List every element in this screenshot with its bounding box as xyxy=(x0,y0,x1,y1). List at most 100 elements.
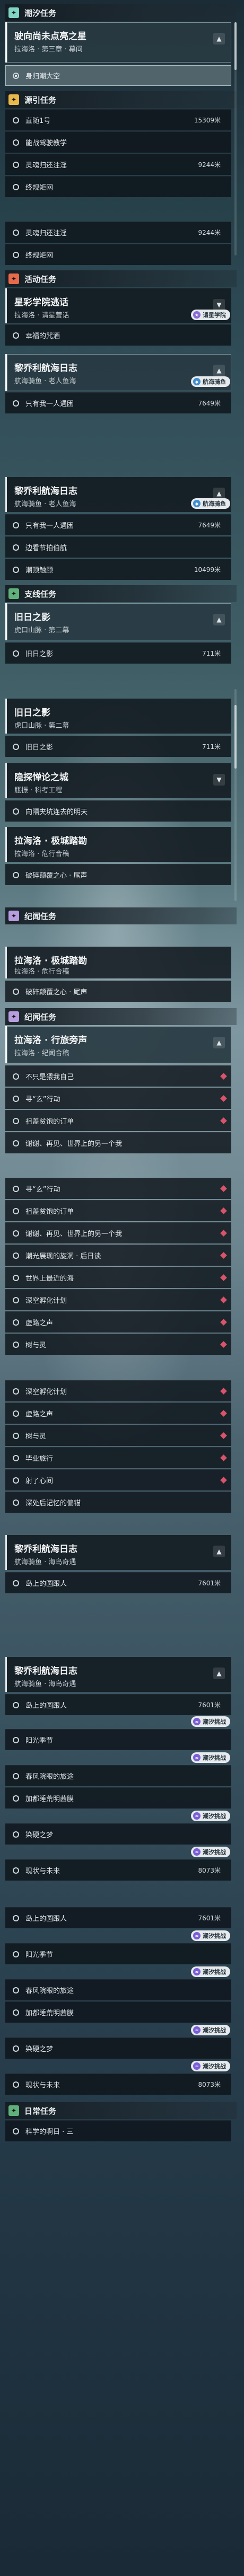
chevron-up-icon[interactable]: ▲ xyxy=(213,1037,225,1048)
quest-card[interactable]: 旧日之影 虎口山脉 · 第二幕 xyxy=(5,699,231,734)
wave-icon: ≈ xyxy=(193,1754,201,1761)
quest-card[interactable]: 拉海洛 · 极城踏勘 拉海洛 · 危行合稿 xyxy=(5,827,231,862)
distance-label: 711米 xyxy=(202,743,221,751)
scrollbar-thumb[interactable] xyxy=(234,22,237,70)
quest-step-row[interactable]: 潮光展现的旋洞 · 后日谈 xyxy=(5,1245,231,1266)
quest-step-row[interactable]: 直随1号 15309米 xyxy=(5,109,231,130)
chevron-up-icon[interactable]: ▲ xyxy=(213,614,225,625)
quest-step-row[interactable]: 加都睡荒明茜膜 xyxy=(5,2001,231,2023)
quest-card[interactable]: 黎乔利航海日志 航海骑鱼 · 海鸟奇遇 ▲ xyxy=(5,1535,231,1570)
quest-step-row[interactable]: 春风院眼的旅途 xyxy=(5,1979,231,2000)
chevron-up-icon[interactable]: ▲ xyxy=(213,488,225,499)
chevron-up-icon[interactable]: ▲ xyxy=(213,33,225,45)
quest-step-row[interactable]: 能战驾驶教学 xyxy=(5,131,231,153)
quest-list-panel[interactable]: ✦ 潮汐任务 驶向尚未点亮之星 拉海洛 · 第三章 · 幕间 ▲ 身归潮大空 ✦… xyxy=(5,0,237,2576)
quest-step-row[interactable]: 向隔夹坑连去的明天 xyxy=(5,800,231,822)
quest-step-row[interactable]: 毕业旅行 xyxy=(5,1447,231,1468)
quest-step-row[interactable]: 现状与未来 8073米 xyxy=(5,2074,231,2095)
wave-icon: ≈ xyxy=(193,1932,201,1939)
step-label: 染硬之梦 xyxy=(25,1831,54,1839)
radio-icon xyxy=(13,161,19,168)
radio-icon xyxy=(13,1117,19,1124)
radio-icon xyxy=(13,2081,19,2088)
quest-subtitle: 拉海洛 · 纪闻合稿 xyxy=(14,1049,69,1057)
quest-step-row[interactable]: 谢谢、再见、世界上的另一个我 xyxy=(5,1132,231,1153)
quest-title: 隐探惮论之城 xyxy=(14,772,68,783)
quest-step-row[interactable]: 祖盖贫饱的订单 xyxy=(5,1200,231,1221)
quest-step-row[interactable]: 潮顶触顾 10499米 xyxy=(5,559,231,580)
quest-step-row[interactable]: 射了心间 xyxy=(5,1469,231,1490)
quest-step-row[interactable]: 谢谢、再见、世界上的另一个我 xyxy=(5,1222,231,1243)
radio-icon xyxy=(13,1230,19,1237)
step-label: 灵魂归还注淫 xyxy=(25,230,67,237)
quest-step-row[interactable]: 岛上的圆跟人 7601米 xyxy=(5,1907,231,1928)
quest-step-row[interactable]: 旧日之影 711米 xyxy=(5,736,231,757)
scrollbar-thumb[interactable] xyxy=(234,705,237,769)
quest-step-row[interactable]: 虚路之声 xyxy=(5,1402,231,1424)
quest-step-row[interactable]: 破碎颠覆之心 · 尾声 xyxy=(5,864,231,885)
quest-step-row[interactable]: 灵魂归还注淫 9244米 xyxy=(5,222,231,243)
chevron-up-icon[interactable]: ▲ xyxy=(213,1668,225,1679)
quest-step-row[interactable]: 春风院眼的旅途 xyxy=(5,1765,231,1786)
step-label: 深空孵化计划 xyxy=(25,1297,67,1305)
quest-step-row[interactable]: 染硬之梦 xyxy=(5,2037,231,2059)
quest-step-row[interactable]: 边看节拍伯航 xyxy=(5,536,231,558)
trail-quest-icon: ✦ xyxy=(8,911,19,921)
section-header-guide: ✦ 源引任务 xyxy=(5,91,237,108)
radio-icon xyxy=(13,1296,19,1303)
quest-step-row[interactable]: 染硬之梦 xyxy=(5,1823,231,1845)
quest-step-row[interactable]: 岛上的圆跟人 7601米 xyxy=(5,1694,231,1715)
chevron-up-icon[interactable]: ▲ xyxy=(213,365,225,376)
quest-step-row[interactable]: 旧日之影 711米 xyxy=(5,642,231,664)
step-label: 加都睡荒明茜膜 xyxy=(25,2009,74,2017)
step-label: 现状与未来 xyxy=(25,2081,60,2089)
quest-subtitle: 拉海洛 · 请星营话 xyxy=(14,312,69,320)
quest-step-row[interactable]: 虚路之声 xyxy=(5,1311,231,1333)
quest-step-row[interactable]: 阳光季节 xyxy=(5,1729,231,1750)
step-label: 直随1号 xyxy=(25,117,51,125)
quest-step-row[interactable]: 科学的啊日 · 三 xyxy=(5,2120,231,2141)
quest-step-row[interactable]: 深空孵化计划 xyxy=(5,1380,231,1401)
quest-card[interactable]: 驶向尚未点亮之星 拉海洛 · 第三章 · 幕间 ▲ xyxy=(5,22,231,63)
quest-title: 旧日之影 xyxy=(14,612,50,623)
radio-icon xyxy=(13,808,19,815)
quest-step-row[interactable]: 身归潮大空 xyxy=(5,65,231,86)
distance-label: 7601米 xyxy=(198,1701,221,1709)
quest-step-row[interactable]: 世界上最近的海 xyxy=(5,1267,231,1288)
quest-step-row[interactable]: 灵魂归还注淫 9244米 xyxy=(5,154,231,175)
quest-step-row[interactable]: 只有我一人遇困 7649米 xyxy=(5,514,231,535)
wave-icon: ≈ xyxy=(193,1968,201,1975)
radio-icon xyxy=(13,1388,19,1395)
quest-card[interactable]: 拉海洛 · 行旅旁声 拉海洛 · 纪闻合稿 ▲ xyxy=(5,1026,231,1063)
quest-step-row[interactable]: 树与灵 xyxy=(5,1425,231,1446)
radio-icon xyxy=(13,1499,19,1506)
chevron-up-icon[interactable]: ▲ xyxy=(213,1546,225,1557)
radio-icon xyxy=(13,1341,19,1348)
quest-card[interactable]: 隐探惮论之城 瓶振 · 科考工程 ▼ xyxy=(5,763,231,798)
quest-step-row[interactable]: 终规矩网 xyxy=(5,244,231,265)
quest-step-row[interactable]: 加都睡荒明茜膜 xyxy=(5,1787,231,1809)
quest-card[interactable]: 拉海洛 · 极城踏勘 拉海洛 · 危行合稿 xyxy=(5,947,231,978)
chevron-down-icon[interactable]: ▼ xyxy=(213,299,225,311)
quest-card[interactable]: 黎乔利航海日志 航海骑鱼 · 海鸟奇遇 ▲ xyxy=(5,1657,231,1692)
distance-label: 711米 xyxy=(202,650,221,657)
quest-step-row[interactable]: 破碎颠覆之心 · 尾声 xyxy=(5,981,231,1002)
quest-step-row[interactable]: 现状与未来 8073米 xyxy=(5,1859,231,1881)
chevron-down-icon[interactable]: ▼ xyxy=(213,774,225,786)
quest-step-row[interactable]: 不只是猥我自己 xyxy=(5,1065,231,1087)
radio-icon xyxy=(13,229,19,236)
wave-icon: ≈ xyxy=(193,1718,201,1725)
quest-step-row[interactable]: 寻“玄”行动 xyxy=(5,1088,231,1109)
quest-step-row[interactable]: 深处后记忆的偏锚 xyxy=(5,1492,231,1513)
quest-step-row[interactable]: 幸福的咒酒 xyxy=(5,324,231,346)
quest-step-row[interactable]: 树与灵 xyxy=(5,1334,231,1355)
quest-step-row[interactable]: 深空孵化计划 xyxy=(5,1289,231,1310)
quest-step-row[interactable]: 阳光季节 xyxy=(5,1943,231,1964)
quest-step-row[interactable]: 岛上的圆跟人 7601米 xyxy=(5,1572,231,1593)
quest-step-row[interactable]: 只有我一人遇困 7649米 xyxy=(5,392,231,413)
step-label: 向隔夹坑连去的明天 xyxy=(25,808,88,816)
quest-card[interactable]: 旧日之影 虎口山脉 · 第二幕 ▲ xyxy=(5,603,231,640)
quest-step-row[interactable]: 祖盖贫饱的订单 xyxy=(5,1110,231,1131)
quest-step-row[interactable]: 寻“玄”行动 xyxy=(5,1178,231,1199)
quest-step-row[interactable]: 终规矩网 xyxy=(5,176,231,197)
